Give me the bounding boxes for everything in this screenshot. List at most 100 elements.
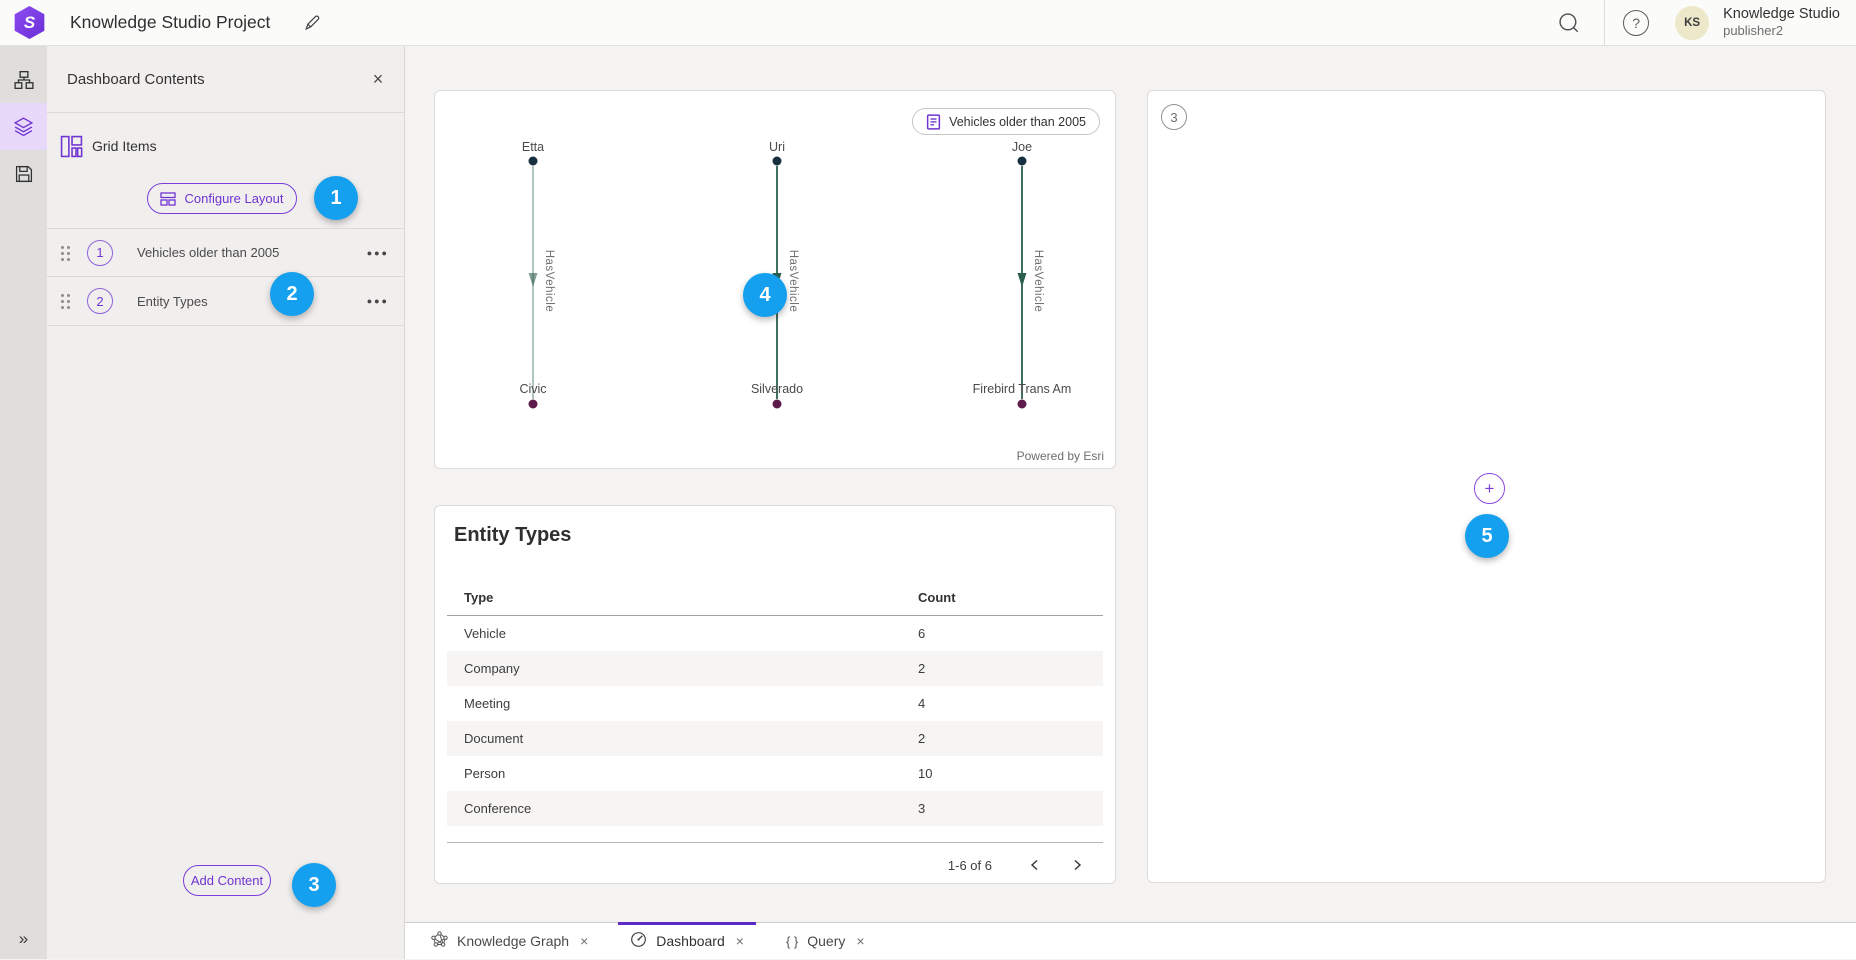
next-page-button[interactable] <box>1064 852 1090 878</box>
column-header-type: Type <box>464 590 493 605</box>
graph-node-label-top: Etta <box>522 140 544 154</box>
braces-icon: { } <box>786 934 798 949</box>
app-logo-icon: S <box>13 6 46 39</box>
previous-page-button[interactable] <box>1022 852 1048 878</box>
ellipsis-icon: ●●● <box>367 248 389 258</box>
layer-chip[interactable]: Vehicles older than 2005 <box>912 108 1100 135</box>
table-row: Document 2 <box>447 721 1103 756</box>
configure-layout-label: Configure Layout <box>184 191 283 206</box>
annotation-badge-5: 5 <box>1465 514 1509 558</box>
grid-items-section: Grid Items <box>47 113 404 159</box>
grid-item-number: 2 <box>87 288 113 314</box>
table-row: Person 10 <box>447 756 1103 791</box>
cell-type: Vehicle <box>464 626 506 641</box>
cell-type: Document <box>464 731 523 746</box>
cell-count: 3 <box>918 801 925 816</box>
graph-node-label-bottom: Silverado <box>751 382 803 396</box>
configure-layout-icon <box>160 192 176 206</box>
user-role: publisher2 <box>1723 23 1840 39</box>
dashboard-icon <box>630 931 647 948</box>
tab-dashboard[interactable]: Dashboard × <box>618 923 756 960</box>
graph-node-bottom <box>773 400 782 409</box>
add-content-button[interactable]: Add Content <box>183 865 271 896</box>
question-icon: ? <box>1623 10 1649 36</box>
tab-knowledge-graph[interactable]: Knowledge Graph × <box>419 923 600 960</box>
close-tab-button[interactable]: × <box>736 933 744 949</box>
esri-attribution: Powered by Esri <box>1017 449 1104 463</box>
graph-edge-label: HasVehicle <box>787 250 799 313</box>
graph-node-label-top: Uri <box>769 140 785 154</box>
grid-item-list: 1 Vehicles older than 2005 ●●● 2 Entity … <box>47 228 405 326</box>
ellipsis-icon: ●●● <box>367 296 389 306</box>
graph-column[interactable]: JoeFirebird Trans AmHasVehicle <box>973 140 1072 409</box>
knowledge-graph-icon <box>431 931 448 948</box>
drag-handle-icon[interactable] <box>61 245 71 261</box>
hierarchy-icon <box>14 70 34 90</box>
annotation-badge-2: 2 <box>270 272 314 316</box>
layer-chip-label: Vehicles older than 2005 <box>949 115 1086 129</box>
double-chevron-right-icon: » <box>19 929 28 948</box>
tab-label: Query <box>807 933 845 949</box>
grid-item-row[interactable]: 2 Entity Types ●●● <box>47 277 405 326</box>
panel-header: Dashboard Contents × <box>47 46 404 113</box>
close-icon: × <box>373 69 384 89</box>
item-options-button[interactable]: ●●● <box>367 296 389 306</box>
grid-item-row[interactable]: 1 Vehicles older than 2005 ●●● <box>47 228 405 277</box>
tab-icon <box>431 931 448 951</box>
layers-icon <box>13 116 34 137</box>
tab-query[interactable]: { } Query × <box>774 923 877 960</box>
cell-count: 4 <box>918 696 925 711</box>
drag-handle-icon[interactable] <box>61 293 71 309</box>
slot-number: 3 <box>1161 104 1187 130</box>
graph-edge-label: HasVehicle <box>1032 250 1044 313</box>
user-info[interactable]: Knowledge Studio publisher2 <box>1723 6 1840 39</box>
user-avatar[interactable]: KS <box>1675 6 1709 40</box>
report-icon <box>926 114 941 130</box>
grid-item-label: Entity Types <box>137 294 208 309</box>
entity-card-title: Entity Types <box>454 524 571 547</box>
graph-node-label-bottom: Firebird Trans Am <box>973 382 1072 396</box>
expand-panel-button[interactable]: » <box>0 929 47 949</box>
table-pagination: 1-6 of 6 <box>948 850 1090 880</box>
chevron-right-icon <box>1070 858 1084 872</box>
sidebar-item-layers[interactable] <box>0 103 47 150</box>
grid-items-label: Grid Items <box>92 138 157 154</box>
left-icon-rail: » <box>0 46 47 959</box>
graph-node-label-bottom: Civic <box>519 382 546 396</box>
item-options-button[interactable]: ●●● <box>367 248 389 258</box>
graph-column[interactable]: EttaCivicHasVehicle <box>519 140 555 409</box>
configure-layout-button[interactable]: Configure Layout <box>147 183 297 214</box>
grid-items-icon <box>60 135 83 158</box>
panel-title: Dashboard Contents <box>67 71 205 88</box>
graph-node-top <box>529 157 538 166</box>
graph-node-top <box>1018 157 1027 166</box>
tab-label: Knowledge Graph <box>457 933 569 949</box>
tab-icon: { } <box>786 933 798 949</box>
header-divider <box>1604 0 1605 46</box>
tab-label: Dashboard <box>656 933 725 949</box>
search-button[interactable] <box>1548 0 1590 46</box>
close-panel-button[interactable]: × <box>366 69 390 90</box>
sidebar-item-save[interactable] <box>0 150 47 197</box>
table-header: Type Count <box>447 578 1103 616</box>
close-tab-button[interactable]: × <box>856 933 864 949</box>
help-button[interactable]: ? <box>1615 0 1657 46</box>
table-row: Vehicle 6 <box>447 616 1103 651</box>
graph-node-top <box>773 157 782 166</box>
cell-count: 2 <box>918 731 925 746</box>
edit-title-button[interactable] <box>298 9 326 37</box>
sidebar-item-hierarchy[interactable] <box>0 56 47 103</box>
search-icon <box>1557 11 1581 35</box>
save-icon <box>15 165 33 183</box>
table-row: Meeting 4 <box>447 686 1103 721</box>
cell-count: 10 <box>918 766 932 781</box>
plus-icon: + <box>1485 479 1495 499</box>
table-row: Company 2 <box>447 651 1103 686</box>
annotation-badge-3: 3 <box>292 863 336 907</box>
close-icon: × <box>856 933 864 949</box>
grid-item-number: 1 <box>87 240 113 266</box>
close-tab-button[interactable]: × <box>580 933 588 949</box>
annotation-badge-1: 1 <box>314 176 358 220</box>
add-widget-button[interactable]: + <box>1474 473 1505 504</box>
user-name: Knowledge Studio <box>1723 6 1840 23</box>
